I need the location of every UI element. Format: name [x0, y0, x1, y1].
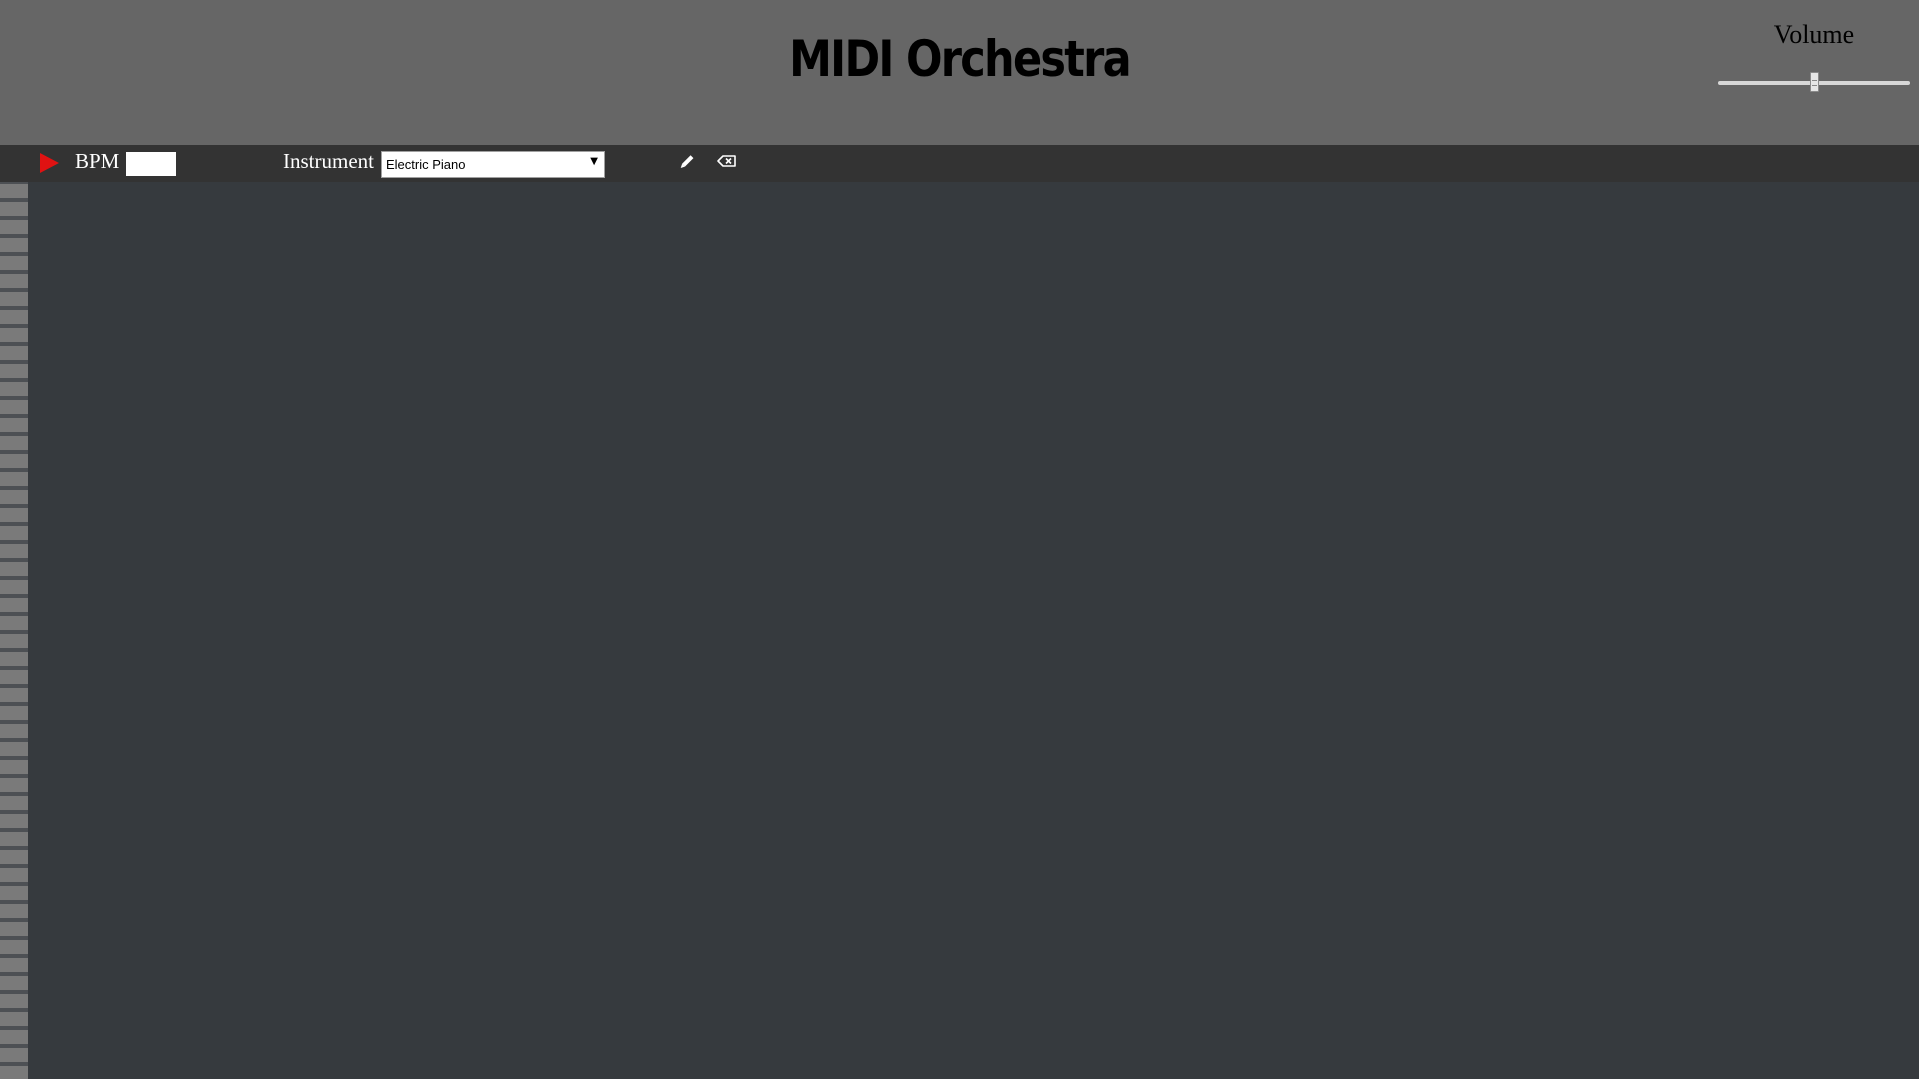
pencil-tool-button[interactable]: [676, 151, 696, 173]
instrument-label: Instrument: [283, 149, 374, 173]
instrument-select[interactable]: Electric Piano ▼: [381, 151, 605, 178]
pencil-icon: [680, 155, 694, 169]
bpm-input[interactable]: [126, 152, 176, 176]
header: MIDI Orchestra Volume: [0, 0, 1919, 145]
note-grid[interactable]: [28, 182, 1919, 1079]
volume-slider-thumb[interactable]: [1810, 72, 1819, 92]
chevron-down-icon: ▼: [590, 156, 598, 167]
instrument-selected-value: Electric Piano: [386, 157, 466, 172]
eraser-tool-button[interactable]: [716, 151, 736, 173]
play-button[interactable]: [40, 153, 59, 173]
eraser-icon: [717, 155, 736, 167]
bpm-label: BPM: [75, 149, 120, 173]
app-title: MIDI Orchestra: [789, 30, 1131, 88]
midi-orchestra-app: MIDI Orchestra Volume BPM Instrument Ele…: [0, 0, 1919, 1079]
volume-control: Volume: [1716, 20, 1912, 100]
volume-label: Volume: [1773, 20, 1855, 49]
toolbar: BPM Instrument Electric Piano ▼: [0, 145, 1919, 182]
piano-keys[interactable]: [0, 182, 28, 1079]
